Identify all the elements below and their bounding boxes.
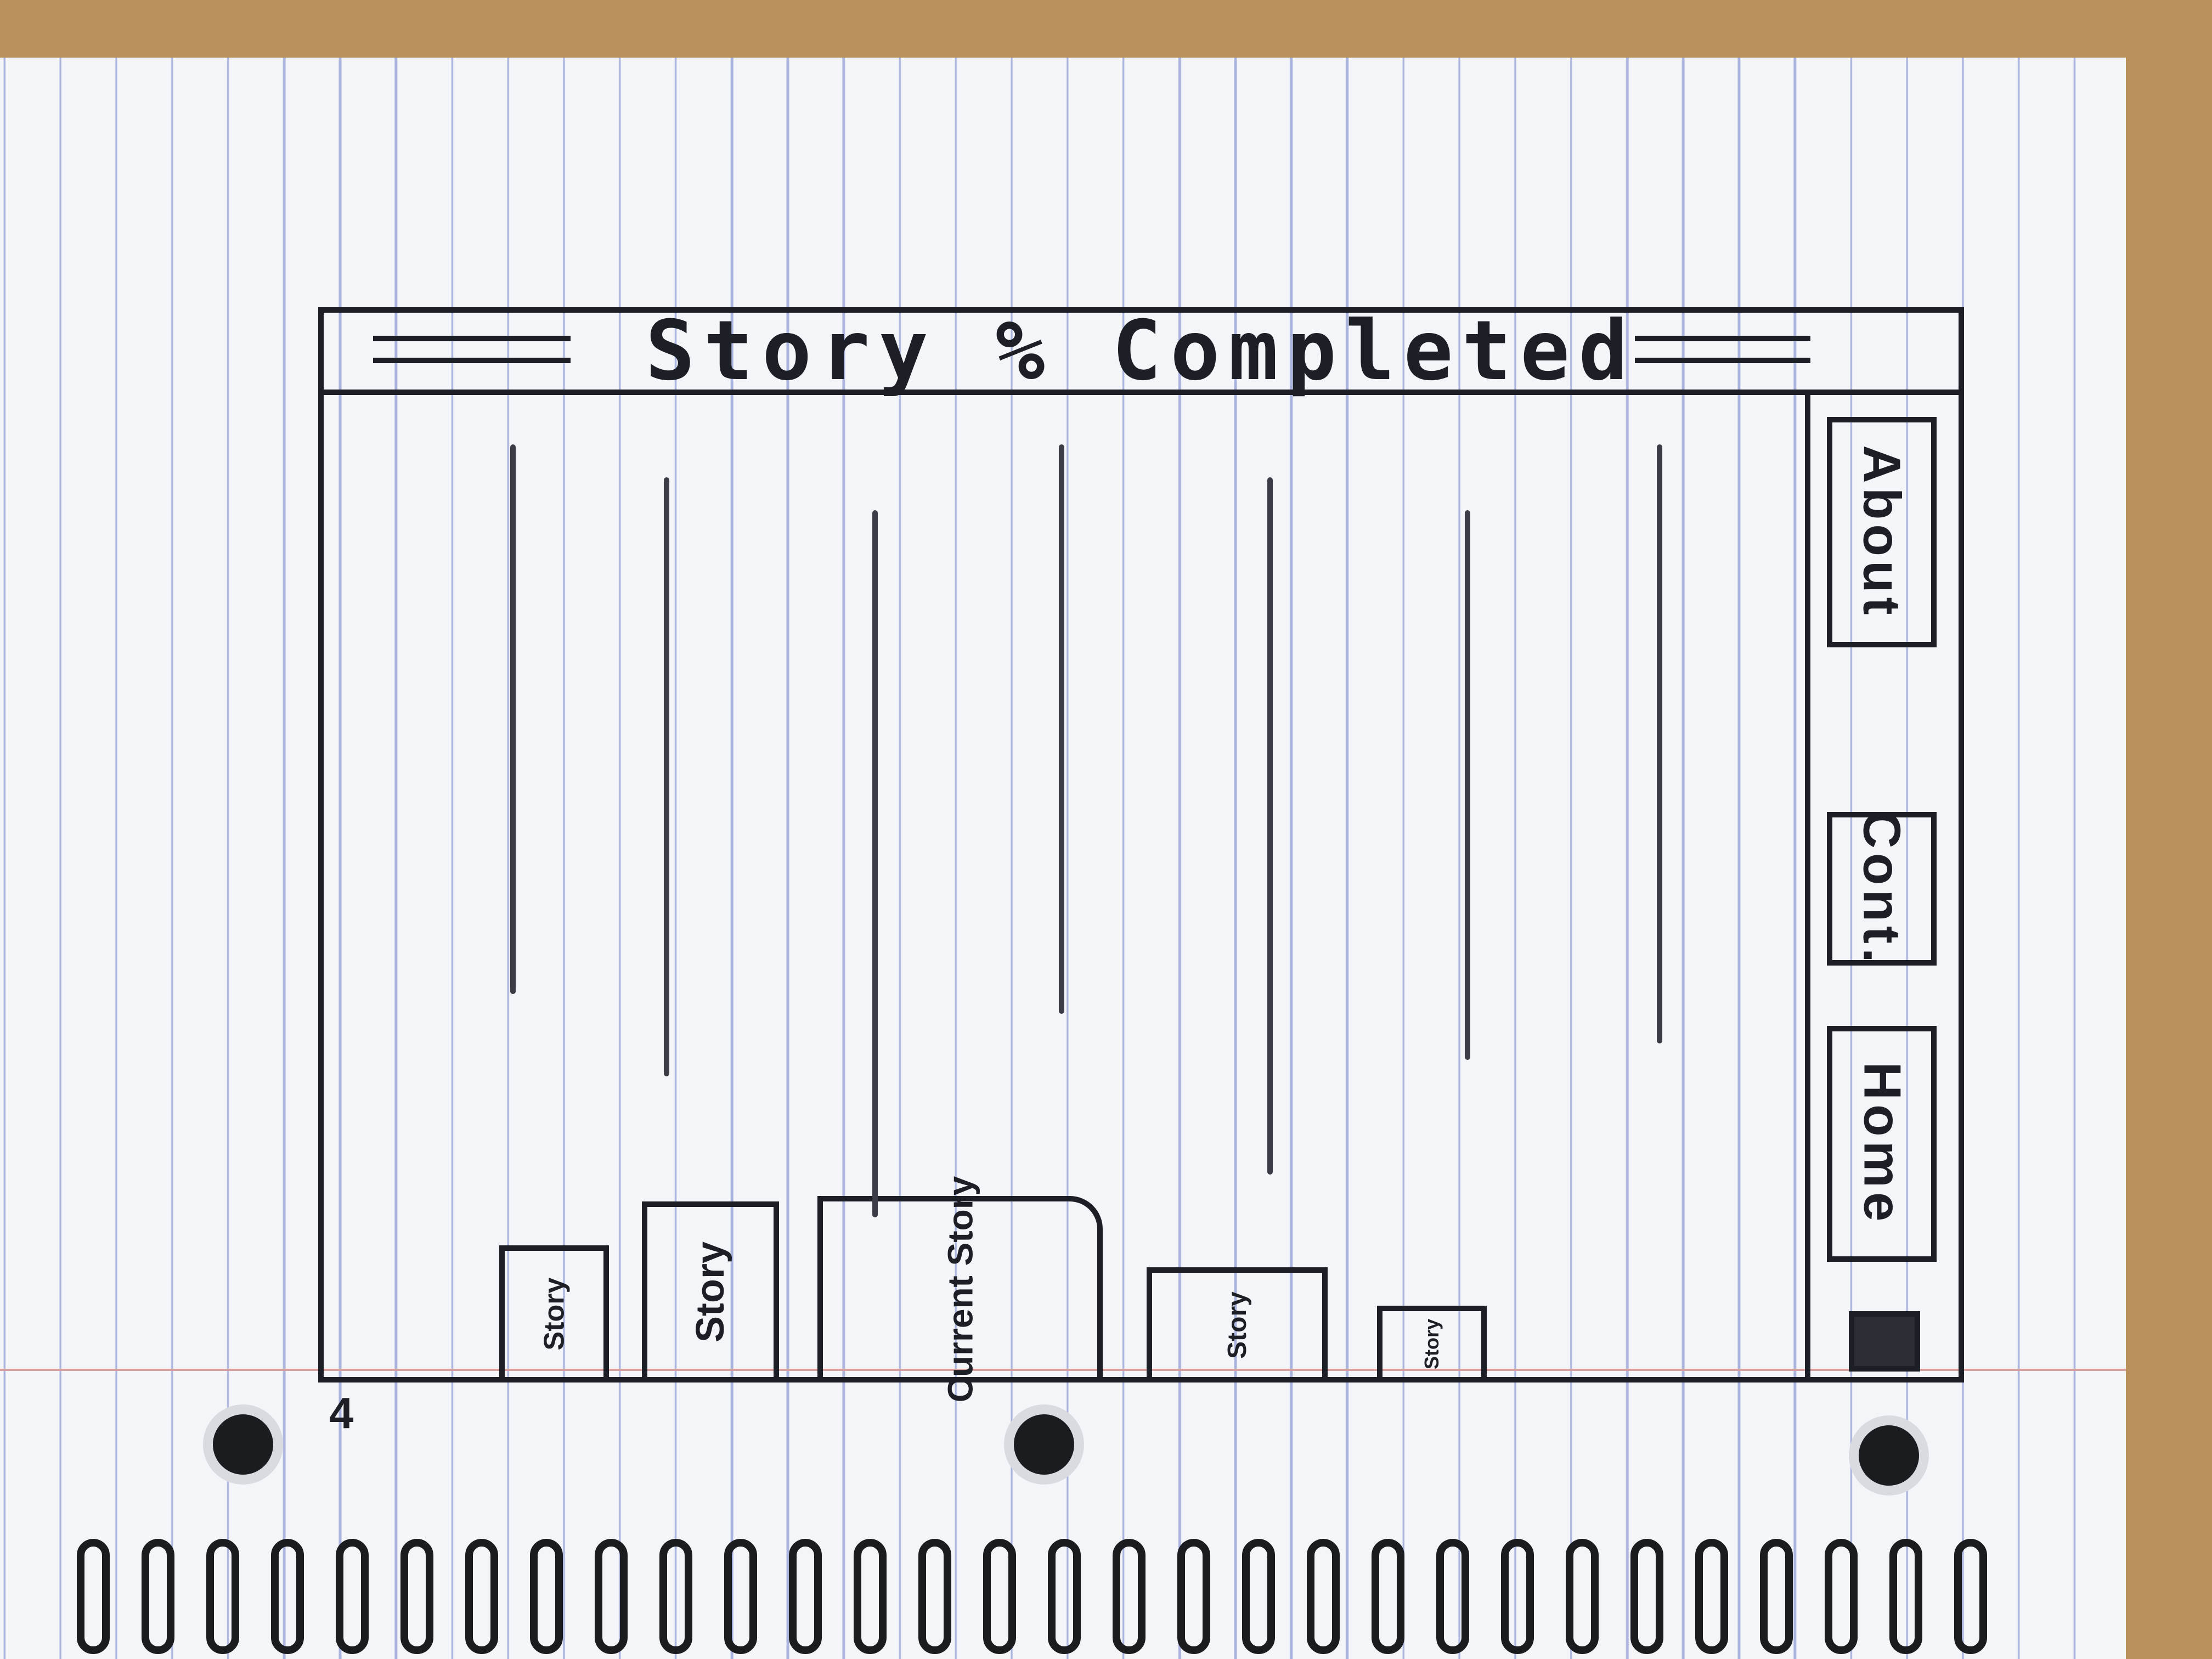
app-frame: Story % Completed Story Story Current Stor… [318,303,1964,1402]
spiral-coil [142,1539,174,1654]
page-title: Story % Completed [645,303,1637,399]
spiral-coil [1825,1539,1858,1654]
story-button[interactable]: Current Story [817,1176,1103,1402]
spiral-coil [595,1539,628,1654]
nav-contact-label: Cont. [1853,810,1911,967]
page-number: 4 [329,1389,354,1437]
spiral-coil [1695,1539,1728,1654]
nav-about-button[interactable]: About [1827,417,1937,647]
story-button-label: Story [688,1241,732,1343]
spiral-coil [336,1539,369,1654]
story-progress-line [872,510,878,1217]
spiral-coil [983,1539,1016,1654]
spiral-coil [1113,1539,1146,1654]
story-button[interactable]: Story [642,1201,779,1377]
story-progress-line [1267,477,1273,1175]
story-progress-line [1059,444,1064,1014]
spiral-coil [1307,1539,1340,1654]
spiral-coil [1889,1539,1922,1654]
story-button-label: Story [1420,1318,1443,1370]
story-progress-line [664,477,669,1076]
spiral-coil [724,1539,757,1654]
spiral-coil [465,1539,498,1654]
spiral-coil [918,1539,951,1654]
spiral-coil [659,1539,692,1654]
story-button[interactable]: Story [1377,1306,1487,1377]
spiral-coil [1501,1539,1534,1654]
nav-contact-button[interactable]: Cont. [1827,810,1937,967]
spiral-coil [789,1539,822,1654]
spiral-coil [1048,1539,1081,1654]
spiral-coil [400,1539,433,1654]
story-progress-line [1465,510,1470,1060]
binder-hole [203,1404,283,1485]
spiral-coil [1177,1539,1210,1654]
spiral-coil [1436,1539,1469,1654]
spiral-coil [271,1539,304,1654]
spiral-coil [1760,1539,1793,1654]
binder-hole [1004,1404,1084,1485]
story-button-label: Story [1222,1291,1252,1359]
binder-hole [1849,1415,1929,1496]
sidebar: About Cont. Home [1805,395,1948,1377]
story-button-label: Current Story [940,1176,980,1403]
spiral-coil [1630,1539,1663,1654]
story-button-label: Story [538,1277,570,1351]
home-icon[interactable] [1849,1311,1920,1372]
nav-home-button[interactable]: Home [1827,1026,1937,1262]
nav-about-label: About [1853,445,1911,619]
story-button[interactable]: Story [499,1245,609,1377]
spiral-coil [1566,1539,1599,1654]
spiral-coil [530,1539,563,1654]
spiral-coil [1372,1539,1404,1654]
spiral-coil [854,1539,887,1654]
spiral-coil [1242,1539,1275,1654]
story-progress-line [1657,444,1662,1043]
menu-icon[interactable] [373,336,571,363]
spiral-binding [66,1539,2096,1659]
nav-home-label: Home [1853,1062,1911,1226]
top-bar: Story % Completed [324,303,1959,399]
spiral-coil [77,1539,110,1654]
story-progress-line [510,444,516,994]
minimize-icon[interactable] [1635,336,1810,363]
story-button[interactable]: Story [1147,1267,1328,1377]
spiral-coil [1954,1539,1987,1654]
spiral-coil [206,1539,239,1654]
